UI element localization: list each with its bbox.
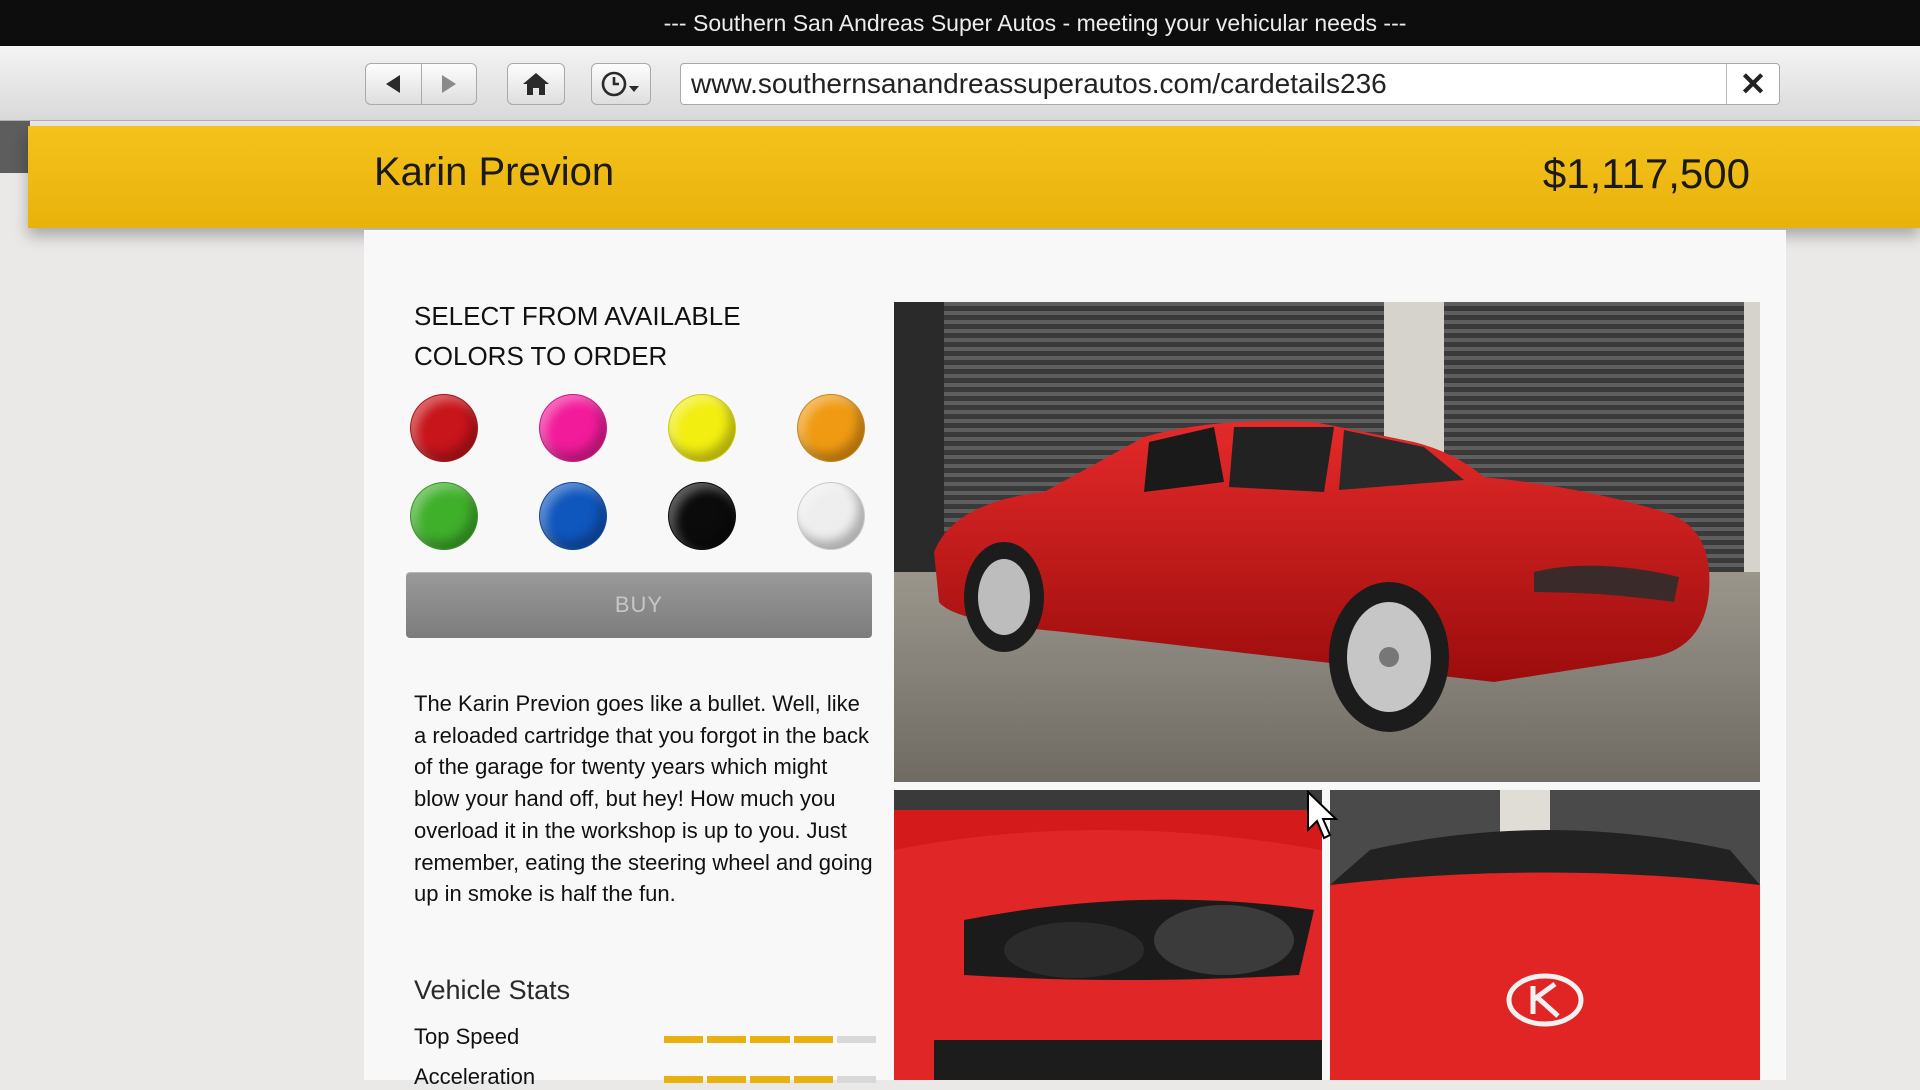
color-swatch-pink[interactable] — [539, 394, 607, 462]
color-swatch-blue[interactable] — [539, 482, 607, 550]
vehicle-stats-heading: Vehicle Stats — [414, 975, 571, 1005]
stat-label-acceleration: Acceleration — [414, 1064, 536, 1089]
stat-bar-segment — [836, 1036, 877, 1043]
car-photo-hood-emblem[interactable] — [1330, 790, 1760, 1080]
back-arrow-icon — [386, 75, 401, 93]
nav-button-group — [365, 63, 477, 105]
color-swatch-red[interactable] — [410, 394, 478, 462]
stat-bar-segment — [664, 1036, 704, 1043]
history-button[interactable] — [591, 63, 651, 105]
home-icon — [523, 73, 549, 95]
forward-button[interactable] — [422, 64, 477, 104]
color-select-heading: SELECT FROM AVAILABLE COLORS TO ORDER — [414, 301, 741, 371]
address-bar-text[interactable]: www.southernsanandreassuperautos.com/car… — [681, 68, 1726, 100]
vehicle-price: $1,117,500 — [1542, 150, 1750, 197]
stat-bar-segment — [750, 1036, 790, 1043]
window-title-bar: --- Southern San Andreas Super Autos - m… — [0, 0, 1920, 46]
close-button[interactable]: ✕ — [1726, 64, 1779, 104]
car-photo-main[interactable] — [894, 302, 1760, 782]
banner-shadow — [0, 121, 30, 173]
color-swatch-black[interactable] — [668, 482, 736, 550]
window-title: --- Southern San Andreas Super Autos - m… — [663, 9, 1407, 36]
color-swatch-yellow[interactable] — [668, 394, 736, 462]
car-photo-headlight-image — [894, 790, 1322, 1080]
car-photo-headlight[interactable] — [894, 790, 1322, 1080]
address-bar[interactable]: www.southernsanandreassuperautos.com/car… — [680, 63, 1780, 105]
buy-button[interactable]: BUY — [406, 572, 872, 638]
car-photo-hood-emblem-image — [1330, 790, 1760, 1080]
stat-bar-top-speed — [664, 1036, 877, 1043]
vehicle-name: Karin Previon — [374, 150, 615, 194]
close-icon: ✕ — [1739, 66, 1767, 102]
home-button[interactable] — [507, 63, 565, 105]
stat-bar-segment — [707, 1036, 747, 1043]
mouse-cursor-icon — [1307, 790, 1339, 840]
car-photo-main-image — [894, 302, 1760, 782]
back-button[interactable] — [366, 64, 422, 104]
stat-bar-segment — [793, 1036, 833, 1043]
color-swatch-orange[interactable] — [797, 394, 865, 462]
color-swatch-white[interactable] — [797, 482, 865, 550]
history-clock-icon — [601, 71, 639, 97]
browser-toolbar: www.southernsanandreassuperautos.com/car… — [0, 46, 1920, 121]
color-swatch-green[interactable] — [410, 482, 478, 550]
vehicle-description: The Karin Previon goes like a bullet. We… — [414, 691, 873, 907]
stat-label-top-speed: Top Speed — [414, 1024, 520, 1049]
forward-arrow-icon — [441, 75, 456, 93]
